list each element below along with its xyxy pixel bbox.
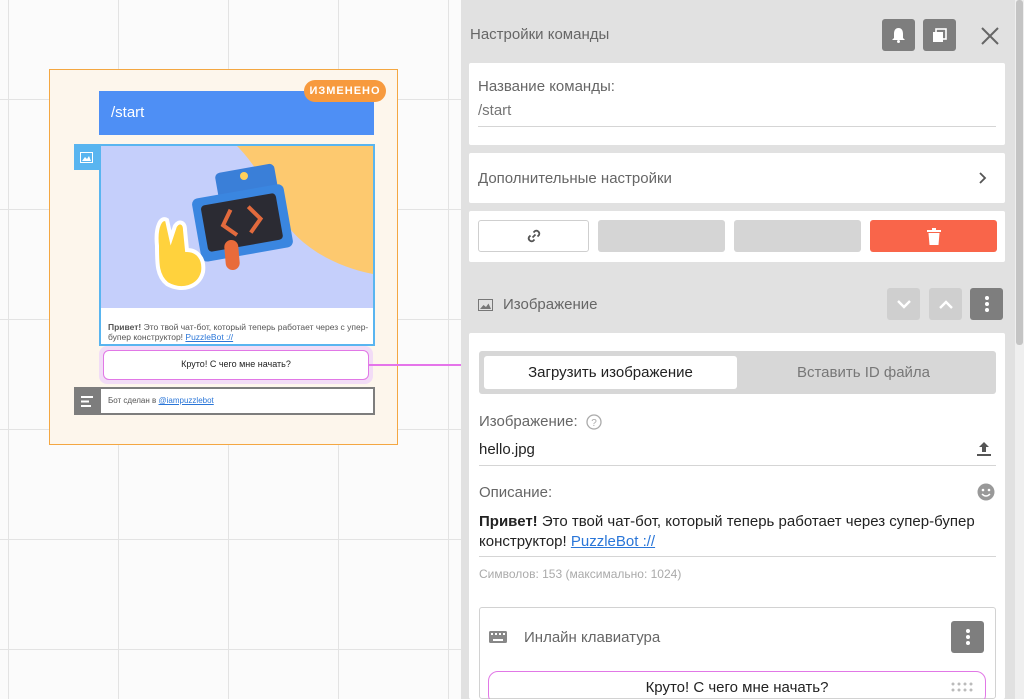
command-text: /start xyxy=(111,104,145,121)
notifications-button[interactable] xyxy=(882,19,915,51)
tab-file-id[interactable]: Вставить ID файла xyxy=(737,356,990,389)
char-count: Символов: 153 (максимально: 1024) xyxy=(479,567,682,581)
image-section-title: Изображение xyxy=(503,296,598,313)
emoji-icon[interactable] xyxy=(977,483,995,501)
bot-illustration xyxy=(101,146,373,308)
caption-bold: Привет! xyxy=(108,322,142,332)
image-section-header: Изображение xyxy=(478,296,598,313)
description-bold: Привет! xyxy=(479,513,538,530)
more-vert-icon xyxy=(965,629,970,645)
inline-button-mini[interactable]: Круто! С чего мне начать? xyxy=(103,350,369,380)
chevron-down-icon xyxy=(896,299,911,309)
text-message-block[interactable]: Бот сделан в @iampuzzlebot xyxy=(99,387,375,415)
modified-badge: ИЗМЕНЕНО xyxy=(304,80,386,102)
keyboard-icon xyxy=(489,631,507,643)
close-button[interactable] xyxy=(973,19,1007,53)
image-block-tag xyxy=(74,144,99,170)
image-field-label-row: Изображение: ? xyxy=(479,413,602,430)
inline-keyboard-button[interactable]: Круто! С чего мне начать? xyxy=(488,671,986,699)
caption-link[interactable]: PuzzleBot :// xyxy=(185,332,233,342)
image-icon xyxy=(80,151,93,163)
drag-handle-icon[interactable] xyxy=(951,682,975,696)
command-name-label: Название команды: xyxy=(478,78,615,95)
chevron-right-icon xyxy=(979,172,987,184)
image-message-card[interactable]: Привет! Это твой чат-бот, который теперь… xyxy=(99,144,375,346)
additional-settings-row[interactable]: Дополнительные настройки xyxy=(469,153,1005,203)
action-buttons-row xyxy=(469,211,1005,262)
close-icon xyxy=(981,27,999,45)
image-icon xyxy=(478,298,493,311)
upload-icon[interactable] xyxy=(976,441,992,457)
help-icon[interactable]: ? xyxy=(586,413,602,430)
link-icon xyxy=(527,229,540,243)
bell-icon xyxy=(892,28,905,43)
command-name-card: Название команды: xyxy=(469,63,1005,145)
image-field-label: Изображение: xyxy=(479,413,578,430)
connector-line xyxy=(369,364,461,366)
trash-icon xyxy=(926,227,941,245)
move-up-button[interactable] xyxy=(929,288,962,320)
footer-text: Бот сделан в xyxy=(108,396,159,405)
caption-text: Это твой чат-бот, который теперь работае… xyxy=(108,322,369,342)
svg-text:?: ? xyxy=(591,418,597,429)
description-text[interactable]: Привет! Это твой чат-бот, который теперь… xyxy=(479,512,989,552)
inline-button-label: Круто! С чего мне начать? xyxy=(645,679,829,696)
image-field-underline xyxy=(479,465,996,466)
move-down-button[interactable] xyxy=(887,288,920,320)
description-label: Описание: xyxy=(479,484,553,501)
description-link[interactable]: PuzzleBot :// xyxy=(571,533,655,550)
chevron-up-icon xyxy=(938,299,953,309)
delete-button[interactable] xyxy=(870,220,997,252)
footer-link[interactable]: @iampuzzlebot xyxy=(159,396,214,405)
copy-icon xyxy=(933,27,947,42)
command-settings-panel: Настройки команды Название команды: Допо… xyxy=(461,0,1015,699)
inline-keyboard-card: Инлайн клавиатура Круто! С чего мне нача… xyxy=(479,607,996,699)
action-button-2[interactable] xyxy=(598,220,725,252)
keyboard-more-button[interactable] xyxy=(951,621,984,653)
action-button-3[interactable] xyxy=(734,220,861,252)
tab-upload-image[interactable]: Загрузить изображение xyxy=(484,356,737,389)
image-source-tabs: Загрузить изображение Вставить ID файла xyxy=(479,351,996,394)
command-name-underline xyxy=(478,126,996,127)
description-body: Это твой чат-бот, который теперь работае… xyxy=(479,513,975,550)
copy-link-button[interactable] xyxy=(478,220,589,252)
text-block-tag xyxy=(74,387,99,415)
section-more-button[interactable] xyxy=(970,288,1003,320)
command-name-input[interactable] xyxy=(478,99,996,121)
copy-button[interactable] xyxy=(923,19,956,51)
image-file-name: hello.jpg xyxy=(479,441,535,458)
panel-title: Настройки команды xyxy=(470,26,610,43)
additional-settings-label: Дополнительные настройки xyxy=(478,170,672,187)
scrollbar-thumb[interactable] xyxy=(1016,0,1023,345)
image-caption: Привет! Это твой чат-бот, который теперь… xyxy=(108,322,370,342)
inline-keyboard-label: Инлайн клавиатура xyxy=(524,629,661,646)
text-icon xyxy=(80,395,93,407)
more-vert-icon xyxy=(984,296,989,312)
description-underline xyxy=(479,556,996,557)
